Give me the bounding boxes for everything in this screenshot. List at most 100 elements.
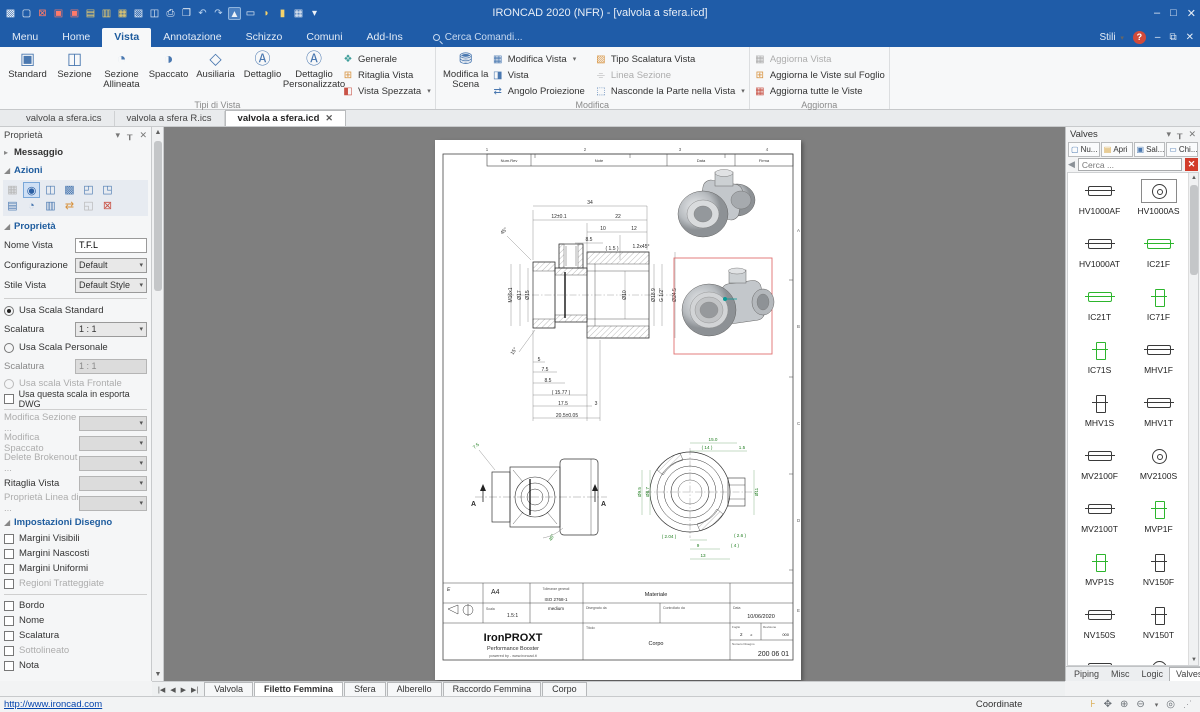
aggiorna-tutte-button[interactable]: ▦ Aggiorna tutte le Viste xyxy=(754,83,885,99)
esporta-dwg-checkbox[interactable]: Usa questa scala in esporta DWG xyxy=(0,391,151,406)
catalog-tab[interactable]: Logic xyxy=(1136,668,1170,681)
vista-button[interactable]: ◨ Vista xyxy=(492,67,585,83)
pan-icon[interactable]: ✥ xyxy=(1104,699,1112,710)
drawing-option-checkbox[interactable]: Margini Nascosti xyxy=(0,546,151,561)
catalog-item[interactable]: PLV4001F xyxy=(1070,652,1129,666)
drawing-option-checkbox[interactable]: Margini Uniformi xyxy=(0,561,151,576)
label-option-checkbox[interactable]: Scalatura xyxy=(0,628,151,643)
modifica-la-scena-button[interactable]: ⛃ Modifica la Scena xyxy=(440,48,492,92)
catalog-item[interactable]: IC71S xyxy=(1070,334,1129,387)
azioni-columns-icon[interactable]: ▥ xyxy=(42,198,59,214)
panel-scrollbar[interactable]: ▲ ▼ xyxy=(152,127,164,681)
azioni-rotate-right-icon[interactable]: ◳ xyxy=(99,182,116,198)
doc-restore-button[interactable]: ⧉ xyxy=(1169,32,1176,43)
catalog-item[interactable]: HV1000AS xyxy=(1129,175,1188,228)
ribbon-tab[interactable]: Comuni xyxy=(294,28,354,47)
dettaglio-personalizzato-button[interactable]: Ⓐ Dettaglio Personalizzato xyxy=(286,48,342,92)
section-impostazioni[interactable]: ◢ Impostazioni Disegno xyxy=(0,513,151,531)
ironcad-link[interactable]: http://www.ironcad.com xyxy=(0,699,102,710)
azioni-clock-icon[interactable]: ◫ xyxy=(42,182,59,198)
property-dropdown-row[interactable]: Delete Brokenout ... ▾ xyxy=(0,453,151,473)
dropdown-box[interactable]: ▾ xyxy=(79,416,147,431)
panel-pin-icon[interactable]: ┰ xyxy=(127,130,132,141)
help-icon[interactable]: ? xyxy=(1133,31,1146,44)
last-sheet-icon[interactable]: ▶| xyxy=(189,685,200,695)
label-option-checkbox[interactable]: Sottolineato xyxy=(0,643,151,658)
sheet-tab[interactable]: Alberello xyxy=(387,682,442,696)
catalog-save-button[interactable]: ▣ Sal... xyxy=(1134,142,1166,157)
drawing-svg[interactable]: 1 2 3 4 A B C D E xyxy=(435,140,801,680)
standard-view-button[interactable]: ▣ Standard xyxy=(4,48,51,82)
catalog-item[interactable]: NV150T xyxy=(1129,599,1188,652)
section-azioni[interactable]: ◢ Azioni xyxy=(0,161,151,179)
label-option-checkbox[interactable]: Bordo xyxy=(0,598,151,613)
configurazione-select[interactable]: Default▾ xyxy=(75,258,147,273)
drawing-option-checkbox[interactable]: Margini Visibili xyxy=(0,531,151,546)
zoom-window-icon[interactable]: ◎ xyxy=(1166,699,1175,710)
main-section-view[interactable]: 34 12±0.1 22 10 12 8.5 ( 1.5 ) 1.2x45° M… xyxy=(499,200,678,421)
maximize-button[interactable]: □ xyxy=(1170,7,1177,19)
scalatura-select[interactable]: 1 : 1▾ xyxy=(75,322,147,337)
sheet-tab[interactable]: Sfera xyxy=(344,682,386,696)
ribbon-tab[interactable]: Home xyxy=(50,28,102,47)
scroll-down-icon[interactable]: ▼ xyxy=(152,669,164,681)
document-tab[interactable]: valvola a sfera.ics ✕ xyxy=(14,111,115,126)
catalog-close-icon[interactable]: ✕ xyxy=(1188,129,1196,140)
catalog-item[interactable]: MV2100S xyxy=(1129,440,1188,493)
nome-vista-input[interactable] xyxy=(75,238,147,253)
catalog-clear-search-icon[interactable]: ✕ xyxy=(1185,158,1198,171)
command-search[interactable]: Cerca Comandi... xyxy=(433,32,523,43)
section-proprieta[interactable]: ◢ Proprietà xyxy=(0,217,151,235)
stile-vista-select[interactable]: Default Style▾ xyxy=(75,278,147,293)
azioni-box-icon[interactable]: ▤ xyxy=(4,198,21,214)
catalog-search-input[interactable]: Cerca ... xyxy=(1078,158,1182,171)
dettaglio-button[interactable]: Ⓐ Dettaglio xyxy=(239,48,286,82)
property-dropdown-row[interactable]: Proprietà Linea di ... ▾ xyxy=(0,493,151,513)
doc-close-button[interactable]: ✕ xyxy=(1186,32,1194,43)
catalog-item[interactable]: MVP1F xyxy=(1129,493,1188,546)
property-dropdown-row[interactable]: Modifica Spaccato ▾ xyxy=(0,433,151,453)
iso-view-top[interactable] xyxy=(678,170,755,238)
stili-dropdown[interactable]: Stili ▾ xyxy=(1099,32,1123,43)
drawing-option-checkbox[interactable]: Regioni Tratteggiate xyxy=(0,576,151,591)
ribbon-tab[interactable]: Schizzo xyxy=(234,28,295,47)
label-option-checkbox[interactable]: Nome xyxy=(0,613,151,628)
scroll-down-icon[interactable]: ▼ xyxy=(1189,655,1199,665)
ritaglia-vista-button[interactable]: ⊞ Ritaglia Vista xyxy=(342,67,431,83)
spaccato-button[interactable]: ◑ Spaccato xyxy=(145,48,192,82)
side-view-aa[interactable]: A A 7.5 45° xyxy=(471,442,607,542)
tipo-scalatura-vista-button[interactable]: ▨ Tipo Scalatura Vista xyxy=(595,51,745,67)
sheet-tab[interactable]: Corpo xyxy=(542,682,587,696)
ribbon-tab[interactable]: Menu xyxy=(0,28,50,47)
catalog-item[interactable]: MVP1S xyxy=(1070,546,1129,599)
catalog-item[interactable]: NV150S xyxy=(1070,599,1129,652)
minimize-button[interactable]: – xyxy=(1154,7,1160,19)
scroll-up-icon[interactable]: ▲ xyxy=(152,127,164,139)
dropdown-box[interactable]: ▾ xyxy=(79,476,147,491)
sezione-allineata-button[interactable]: ◔ Sezione Allineata xyxy=(98,48,145,92)
scrollbar-thumb[interactable] xyxy=(154,141,162,291)
tab-close-icon[interactable]: ✕ xyxy=(325,113,333,124)
catalog-item[interactable]: MHV1S xyxy=(1070,387,1129,440)
zoom-dropdown-icon[interactable]: ▾ xyxy=(1155,701,1159,709)
catalog-pin-icon[interactable]: ┰ xyxy=(1177,129,1182,140)
document-tab[interactable]: valvola a sfera R.ics ✕ xyxy=(115,111,225,126)
catalog-back-icon[interactable]: ◀ xyxy=(1068,159,1075,170)
dropdown-box[interactable]: ▾ xyxy=(79,456,147,471)
sheet-tab[interactable]: Valvola xyxy=(204,682,253,696)
vista-spezzata-button[interactable]: ◧ Vista Spezzata▾ xyxy=(342,83,431,99)
panel-close-icon[interactable]: ✕ xyxy=(139,130,147,141)
first-sheet-icon[interactable]: |◀ xyxy=(156,685,167,695)
ribbon-tab[interactable]: Add-Ins xyxy=(355,28,415,47)
usa-scala-standard-radio[interactable]: Usa Scala Standard xyxy=(0,302,151,319)
label-option-checkbox[interactable]: Nota xyxy=(0,658,151,673)
doc-minimize-button[interactable]: – xyxy=(1155,32,1161,43)
ribbon-tab[interactable]: Annotazione xyxy=(151,28,233,47)
dropdown-box[interactable]: ▾ xyxy=(79,496,147,511)
next-sheet-icon[interactable]: ▶ xyxy=(179,685,188,695)
close-button[interactable]: ✕ xyxy=(1187,7,1196,20)
catalog-item[interactable]: NV150F xyxy=(1129,546,1188,599)
usa-scala-personale-radio[interactable]: Usa Scala Personale xyxy=(0,339,151,356)
azioni-sphere-icon[interactable]: ◔ xyxy=(23,198,40,214)
azioni-target-icon[interactable]: ◉ xyxy=(23,182,40,198)
